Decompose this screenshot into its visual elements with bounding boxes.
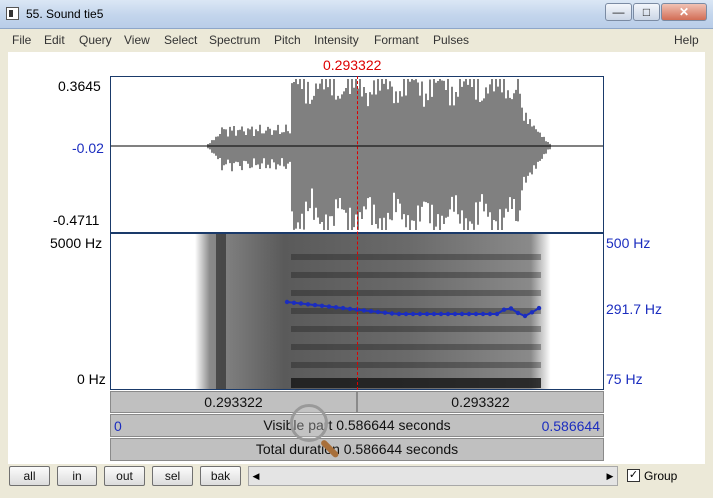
menu-select[interactable]: Select — [164, 33, 197, 47]
menu-spectrum[interactable]: Spectrum — [209, 33, 260, 47]
menu-query[interactable]: Query — [79, 33, 112, 47]
menu-intensity[interactable]: Intensity — [314, 33, 359, 47]
menu-view[interactable]: View — [124, 33, 150, 47]
zoom-in-button[interactable]: in — [57, 466, 97, 486]
visible-part-bar[interactable]: 0 Visible part 0.586644 seconds 0.586644 — [110, 414, 604, 437]
window-title: 55. Sound tie5 — [26, 7, 104, 21]
menu-pulses[interactable]: Pulses — [433, 33, 469, 47]
pitch-mid-label: 291.7 Hz — [606, 301, 663, 317]
scroll-left-arrow-icon[interactable]: ◀ — [248, 466, 264, 486]
menu-file[interactable]: File — [12, 33, 31, 47]
visible-end: 0.586644 — [541, 418, 600, 434]
spectrogram-freq-min: 0 Hz — [77, 371, 106, 387]
menu-bar: File Edit Query View Select Spectrum Pit… — [0, 29, 713, 51]
menu-edit[interactable]: Edit — [44, 33, 65, 47]
segment-right[interactable]: 0.293322 — [357, 391, 604, 413]
zoom-all-button[interactable]: all — [9, 466, 50, 486]
pitch-min-label: 75 Hz — [606, 371, 643, 387]
menu-formant[interactable]: Formant — [374, 33, 419, 47]
menu-help[interactable]: Help — [674, 33, 699, 47]
maximize-button[interactable]: □ — [633, 3, 660, 21]
zoom-out-button[interactable]: out — [104, 466, 145, 486]
minimize-button[interactable]: — — [605, 3, 632, 21]
waveform-y-mid: -0.02 — [72, 140, 104, 156]
total-duration-bar[interactable]: Total duration 0.586644 seconds — [110, 438, 604, 461]
pitch-max-label: 500 Hz — [606, 235, 651, 251]
zoom-sel-button[interactable]: sel — [152, 466, 193, 486]
magnifier-cursor-icon — [290, 404, 328, 442]
waveform-y-max: 0.3645 — [58, 78, 101, 94]
horizontal-scrollbar[interactable] — [248, 466, 618, 486]
menu-pitch[interactable]: Pitch — [274, 33, 301, 47]
title-bar: 55. Sound tie5 — □ ✕ — [0, 0, 713, 29]
app-icon — [6, 7, 19, 20]
close-button[interactable]: ✕ — [661, 3, 707, 21]
spectrogram-freq-max: 5000 Hz — [50, 235, 103, 251]
cursor-line[interactable] — [357, 76, 358, 390]
scroll-right-arrow-icon[interactable]: ▶ — [602, 466, 618, 486]
group-label: Group — [644, 469, 678, 483]
zoom-back-button[interactable]: bak — [200, 466, 241, 486]
visible-start: 0 — [114, 418, 122, 434]
cursor-time-label: 0.293322 — [323, 57, 382, 73]
waveform-y-min: -0.4711 — [53, 212, 100, 228]
group-checkbox[interactable]: ✓ — [627, 469, 640, 482]
